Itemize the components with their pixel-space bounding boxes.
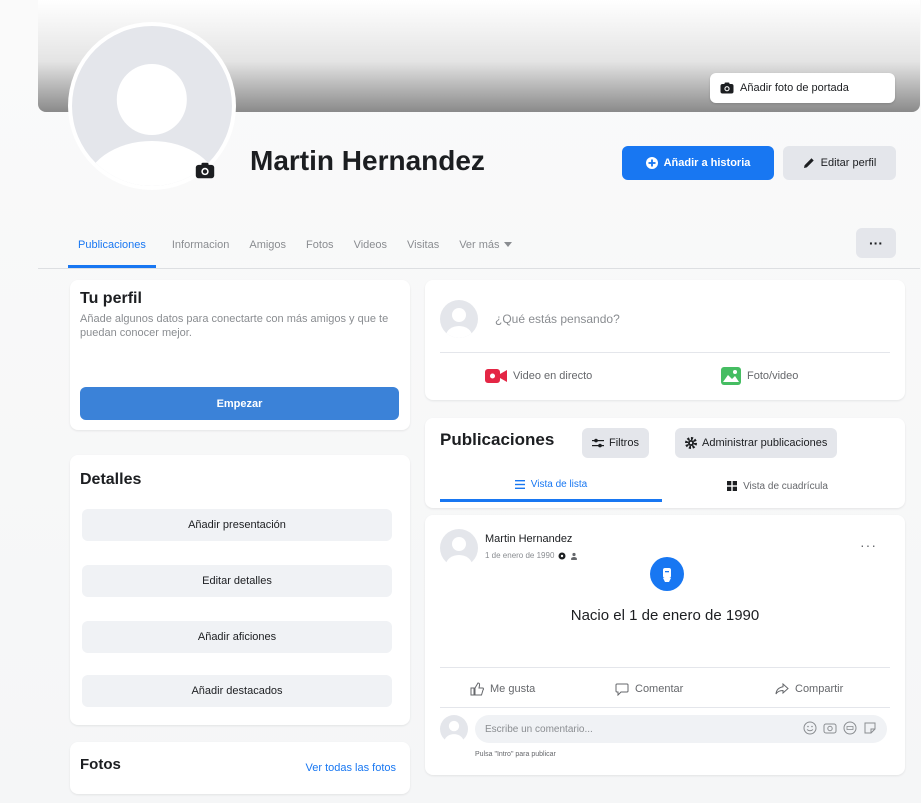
photo-video-label: Foto/video: [747, 370, 799, 382]
post-meta: 1 de enero de 1990: [485, 551, 578, 560]
tab-ver-mas[interactable]: Ver más: [449, 225, 521, 265]
post-author-avatar[interactable]: [440, 529, 478, 567]
your-profile-description: Añade algunos datos para conectarte con …: [80, 313, 389, 339]
comment-icon: [615, 683, 629, 696]
video-camera-icon: [485, 368, 507, 384]
camera-icon[interactable]: [823, 721, 837, 735]
add-story-label: Añadir a historia: [663, 157, 751, 169]
photos-card: Fotos Ver todas las fotos: [70, 742, 410, 794]
gear-icon: [558, 552, 566, 560]
grid-icon: [727, 481, 738, 491]
add-cover-photo-button[interactable]: Añadir foto de portada: [710, 73, 895, 103]
post-date[interactable]: 1 de enero de 1990: [485, 551, 554, 560]
sticker-icon[interactable]: [863, 721, 877, 735]
audience-icon[interactable]: [570, 552, 578, 560]
camera-icon: [720, 82, 734, 94]
filters-label: Filtros: [609, 437, 639, 449]
comment-button[interactable]: Comentar: [615, 675, 683, 703]
profile-name: Martin Hernandez: [250, 145, 485, 176]
your-profile-card: Tu perfil Añade algunos datos para conec…: [70, 280, 410, 430]
life-event-text: Nacio el 1 de enero de 1990: [570, 607, 760, 624]
tab-fotos[interactable]: Fotos: [296, 225, 344, 265]
share-icon: [775, 683, 789, 695]
gif-icon[interactable]: [843, 721, 857, 735]
live-video-button[interactable]: Video en directo: [485, 362, 592, 390]
tab-label: Ver más: [459, 239, 500, 251]
comment-tools: [803, 721, 877, 735]
more-options-button[interactable]: ···: [856, 228, 896, 258]
list-view-tab[interactable]: Vista de lista: [440, 470, 662, 502]
gear-icon: [685, 437, 697, 449]
add-hobbies-button[interactable]: Añadir aficiones: [82, 621, 392, 653]
tab-label: Visitas: [407, 239, 440, 251]
add-presentation-button[interactable]: Añadir presentación: [82, 509, 392, 541]
plus-circle-icon: [645, 157, 658, 169]
grid-view-tab[interactable]: Vista de cuadrícula: [665, 470, 890, 502]
tab-informacion[interactable]: Informacion: [162, 225, 239, 265]
post-actions-divider: [440, 667, 890, 668]
your-profile-title: Tu perfil: [80, 290, 142, 307]
avatar-head: [116, 64, 188, 135]
composer-avatar: [440, 300, 478, 338]
profile-tabs: Publicaciones Informacion Amigos Fotos V…: [68, 222, 898, 268]
details-title: Detalles: [80, 471, 142, 488]
list-icon: [514, 480, 525, 489]
manage-posts-button[interactable]: Administrar publicaciones: [675, 428, 838, 458]
tab-label: Videos: [353, 239, 387, 251]
sliders-icon: [592, 438, 604, 448]
post-author-name[interactable]: Martin Hernandez: [485, 533, 572, 545]
ellipsis-icon: ···: [869, 235, 883, 251]
post-card: Martin Hernandez 1 de enero de 1990 ··· …: [425, 515, 905, 775]
photo-video-button[interactable]: Foto/video: [721, 362, 798, 390]
manage-posts-label: Administrar publicaciones: [702, 437, 828, 449]
tabs-divider: [38, 268, 920, 269]
add-story-button[interactable]: Añadir a historia: [622, 146, 774, 180]
details-card: Detalles Añadir presentación Editar deta…: [70, 455, 410, 725]
add-featured-button[interactable]: Añadir destacados: [82, 675, 392, 707]
grid-view-label: Vista de cuadrícula: [743, 480, 828, 492]
tab-label: Fotos: [306, 239, 334, 251]
post-composer: ¿Qué estás pensando? Video en directo Fo…: [425, 280, 905, 400]
like-label: Me gusta: [490, 683, 536, 695]
see-all-photos-link[interactable]: Ver todas las fotos: [306, 762, 397, 774]
composer-input[interactable]: ¿Qué estás pensando?: [487, 302, 887, 336]
tab-publicaciones[interactable]: Publicaciones: [68, 222, 156, 268]
tab-label: Publicaciones: [78, 239, 146, 251]
edit-profile-button[interactable]: Editar perfil: [783, 146, 896, 180]
pencil-icon: [803, 157, 815, 169]
emoji-icon[interactable]: [803, 721, 817, 735]
caret-down-icon: [503, 242, 512, 248]
posts-header-card: Publicaciones Filtros Administrar public…: [425, 418, 905, 508]
thumbs-up-icon: [470, 682, 484, 696]
like-button[interactable]: Me gusta: [470, 675, 535, 703]
add-cover-photo-label: Añadir foto de portada: [740, 82, 849, 94]
comment-avatar: [440, 715, 468, 743]
tab-label: Amigos: [249, 239, 287, 251]
tab-videos[interactable]: Videos: [344, 225, 397, 265]
share-button[interactable]: Compartir: [775, 675, 843, 703]
tab-amigos[interactable]: Amigos: [239, 225, 296, 265]
comment-label: Comentar: [635, 683, 684, 695]
tab-visitas[interactable]: Visitas: [397, 225, 449, 265]
photo-icon: [721, 367, 741, 385]
start-button[interactable]: Empezar: [80, 387, 399, 420]
filters-button[interactable]: Filtros: [582, 428, 649, 458]
comment-placeholder: Escribe un comentario...: [485, 723, 593, 735]
live-video-label: Video en directo: [513, 370, 593, 382]
comment-divider: [440, 707, 890, 708]
edit-details-button[interactable]: Editar detalles: [82, 565, 392, 597]
composer-divider: [440, 352, 890, 353]
comment-input[interactable]: Escribe un comentario...: [475, 715, 887, 743]
post-options-icon[interactable]: ···: [860, 537, 877, 553]
profile-page: Añadir foto de portada Martin Hernandez …: [0, 0, 921, 803]
tab-label: Informacion: [171, 239, 230, 251]
list-view-label: Vista de lista: [530, 479, 588, 490]
avatar-camera-icon[interactable]: [190, 155, 220, 185]
life-event-icon: [650, 557, 684, 591]
edit-profile-label: Editar perfil: [820, 157, 877, 169]
posts-title: Publicaciones: [440, 430, 555, 449]
share-label: Compartir: [795, 683, 844, 695]
comment-hint: Pulsa "Intro" para publicar: [475, 751, 556, 758]
